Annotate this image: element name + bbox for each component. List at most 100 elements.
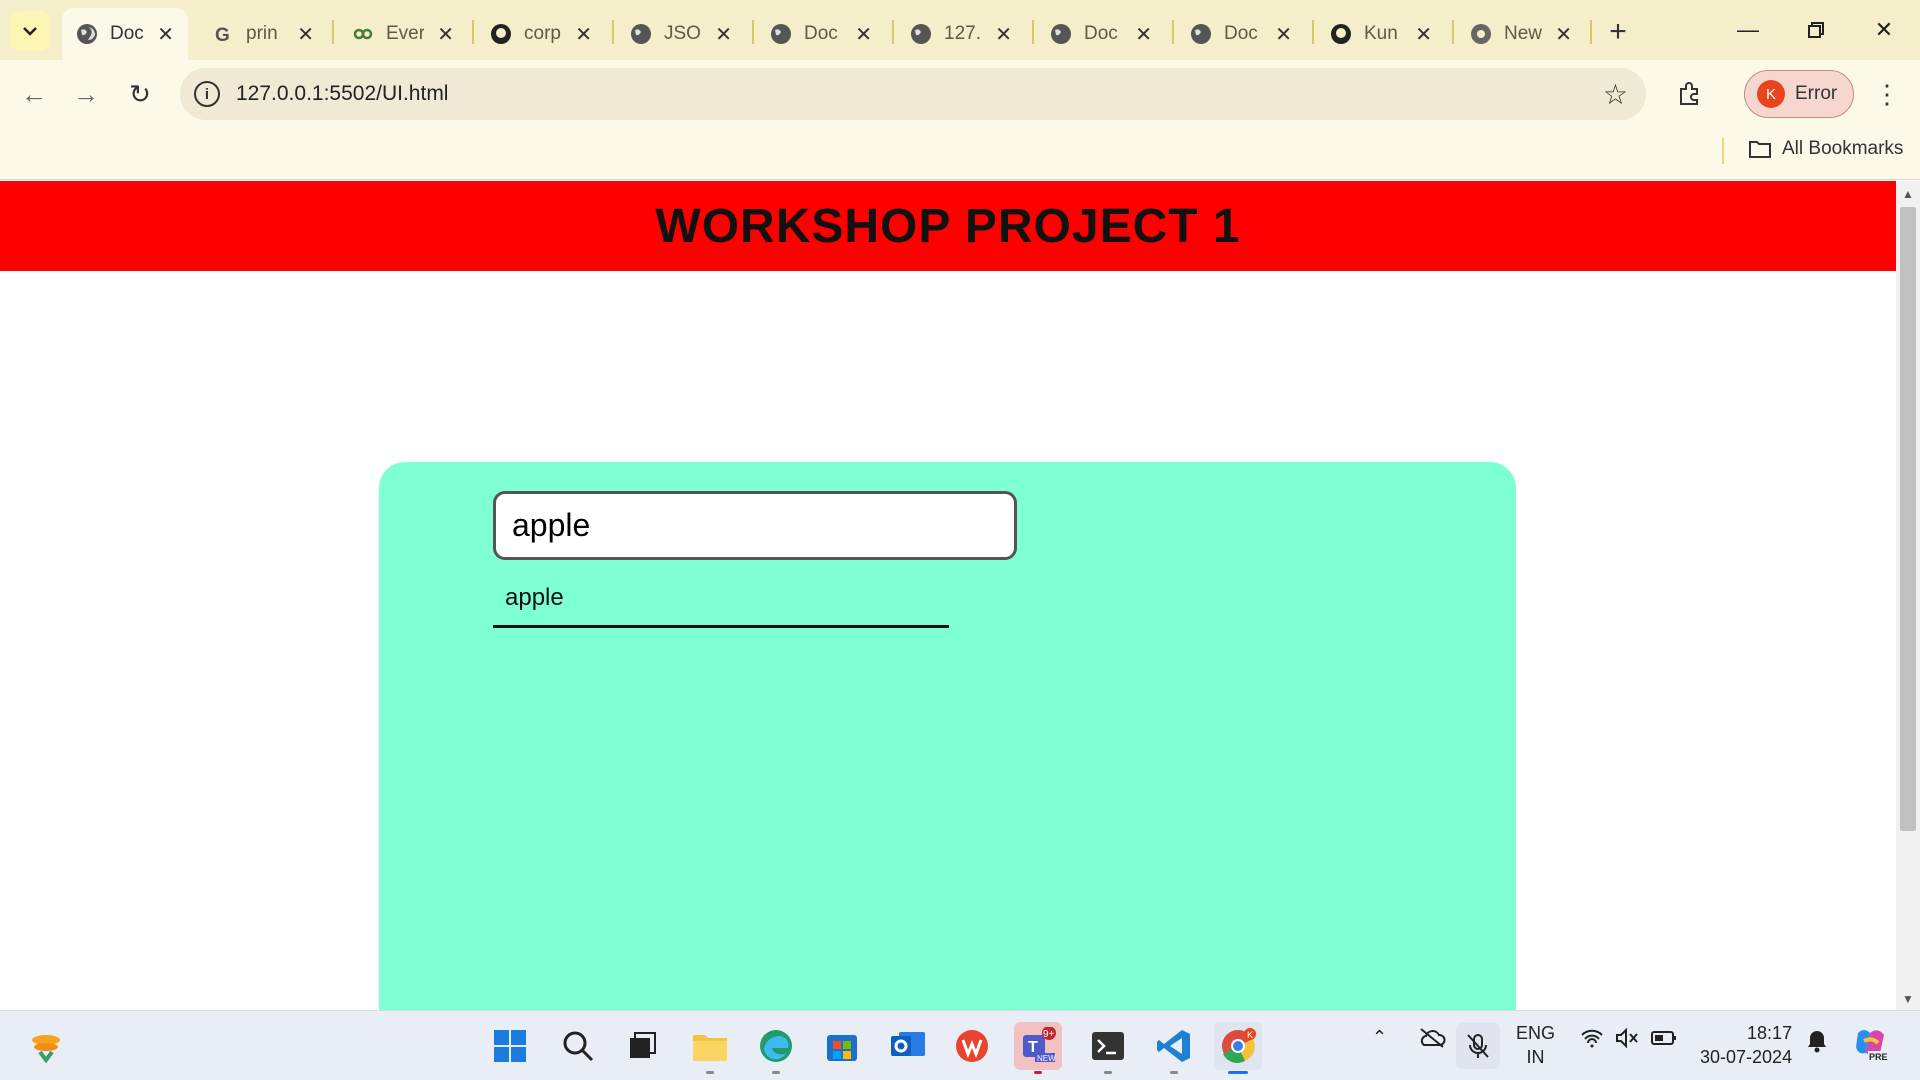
task-view-button[interactable] [618,1022,666,1070]
restore-icon [1808,22,1824,38]
notification-bell-icon[interactable] [1806,1029,1828,1058]
tab-json[interactable]: JSOI ✕ [616,8,746,60]
outlook-icon [891,1032,925,1056]
suggestion-item[interactable]: apple [493,578,949,628]
pre-badge: PRE [1869,1052,1888,1062]
tab-title: New [1504,23,1542,44]
teams-button[interactable]: T 9+ NEW [1014,1022,1062,1074]
chrome-icon [1470,23,1492,45]
scrollbar-thumb[interactable] [1900,207,1916,831]
tab-separator [752,20,754,44]
globe-icon [1190,23,1212,45]
minimize-icon: — [1737,17,1759,42]
running-indicator [772,1071,780,1074]
arrow-left-icon: ← [21,78,47,109]
vscode-button[interactable] [1150,1022,1198,1074]
terminal-button[interactable] [1084,1022,1132,1074]
menu-button[interactable]: ⋮ [1870,74,1904,114]
volume-muted-icon[interactable] [1614,1027,1640,1054]
page-title: WORKSHOP PROJECT 1 [655,199,1241,253]
tab-new-tab[interactable]: New ✕ [1456,8,1586,60]
tab-doc[interactable]: Doc ✕ [1036,8,1166,60]
running-indicator [1104,1071,1112,1074]
tab-github-kun[interactable]: Kun ✕ [1316,8,1446,60]
close-icon[interactable]: ✕ [1415,22,1432,47]
onedrive-offline-icon[interactable] [1418,1027,1446,1054]
close-icon[interactable]: ✕ [1275,22,1292,47]
vscode-icon [1157,1030,1190,1062]
close-window-button[interactable]: ✕ [1854,8,1914,52]
chevron-down-icon [23,27,37,36]
reload-icon: ↻ [129,78,151,109]
scroll-up-icon[interactable]: ▲ [1902,187,1914,201]
address-bar[interactable]: i 127.0.0.1:5502/UI.html ☆ [180,68,1646,120]
close-icon[interactable]: ✕ [297,22,314,47]
profile-button[interactable]: K Error [1744,70,1854,118]
close-icon[interactable]: ✕ [1555,22,1572,47]
tab-doc[interactable]: Doc ✕ [1176,8,1306,60]
close-icon[interactable]: ✕ [715,22,732,47]
tab-doc[interactable]: Doc ✕ [756,8,886,60]
tab-separator [332,20,334,44]
tab-separator [1032,20,1034,44]
tab-doc-active[interactable]: Doc ✕ [62,8,188,60]
search-panel: apple [379,462,1516,1010]
new-tab-button[interactable]: + [1600,14,1636,50]
arrow-right-icon: → [73,78,99,109]
clock[interactable]: 18:17 30-07-2024 [1700,1021,1792,1069]
tab-separator [1590,20,1592,44]
info-icon[interactable]: i [194,81,220,107]
battery-icon[interactable] [1650,1027,1678,1054]
forward-button[interactable]: → [66,74,106,114]
url-text: 127.0.0.1:5502/UI.html [236,82,449,105]
start-button[interactable] [486,1022,534,1070]
widgets-button[interactable] [22,1022,70,1070]
close-icon[interactable]: ✕ [1135,22,1152,47]
copilot-icon[interactable]: PRE [1850,1023,1890,1068]
bookmarks-separator [1722,138,1724,164]
tab-search-button[interactable] [10,11,50,51]
tab-title: prin [246,23,278,44]
vertical-scrollbar[interactable]: ▲ ▼ [1896,181,1920,1010]
plus-icon: + [1609,15,1627,48]
browser-toolbar: ← → ↻ i 127.0.0.1:5502/UI.html ☆ K Error… [0,60,1920,128]
tab-localhost[interactable]: 127. ✕ [896,8,1026,60]
scroll-down-icon[interactable]: ▼ [1902,992,1914,1006]
close-icon[interactable]: ✕ [575,22,592,47]
close-icon[interactable]: ✕ [995,22,1012,47]
avatar: K [1757,80,1785,108]
running-indicator [1034,1071,1042,1074]
store-button[interactable] [818,1022,866,1070]
wps-office-button[interactable] [948,1022,996,1070]
globe-icon [76,23,98,45]
language-indicator[interactable]: ENG IN [1516,1021,1555,1069]
all-bookmarks-button[interactable]: All Bookmarks [1748,138,1903,160]
wifi-icon[interactable] [1580,1027,1604,1054]
edge-button[interactable] [752,1022,800,1074]
close-icon[interactable]: ✕ [157,22,174,47]
tab-title: Doc [1084,23,1118,44]
windows-icon [494,1030,526,1062]
close-icon[interactable]: ✕ [855,22,872,47]
tab-everything[interactable]: Ever ✕ [338,8,468,60]
bookmarks-bar: All Bookmarks [0,128,1920,180]
show-hidden-icons-button[interactable]: ⌃ [1372,1027,1387,1048]
close-icon[interactable]: ✕ [437,22,454,47]
back-button[interactable]: ← [14,74,54,114]
bookmark-star-icon[interactable]: ☆ [1603,78,1628,111]
extensions-button[interactable] [1670,74,1710,114]
minimize-button[interactable]: — [1718,8,1778,52]
tab-github-corp[interactable]: corp ✕ [476,8,606,60]
tab-separator [472,20,474,44]
search-button[interactable] [554,1022,602,1070]
task-view-icon [630,1032,656,1058]
microphone-muted-button[interactable] [1456,1023,1500,1069]
reload-button[interactable]: ↻ [120,74,160,114]
tab-google[interactable]: G prin ✕ [198,8,328,60]
outlook-button[interactable] [884,1022,932,1070]
search-input[interactable] [493,491,1017,560]
restore-button[interactable] [1786,8,1846,52]
chrome-button[interactable]: K [1214,1022,1262,1074]
file-explorer-button[interactable] [686,1022,734,1074]
chrome-icon: K [1222,1028,1256,1063]
